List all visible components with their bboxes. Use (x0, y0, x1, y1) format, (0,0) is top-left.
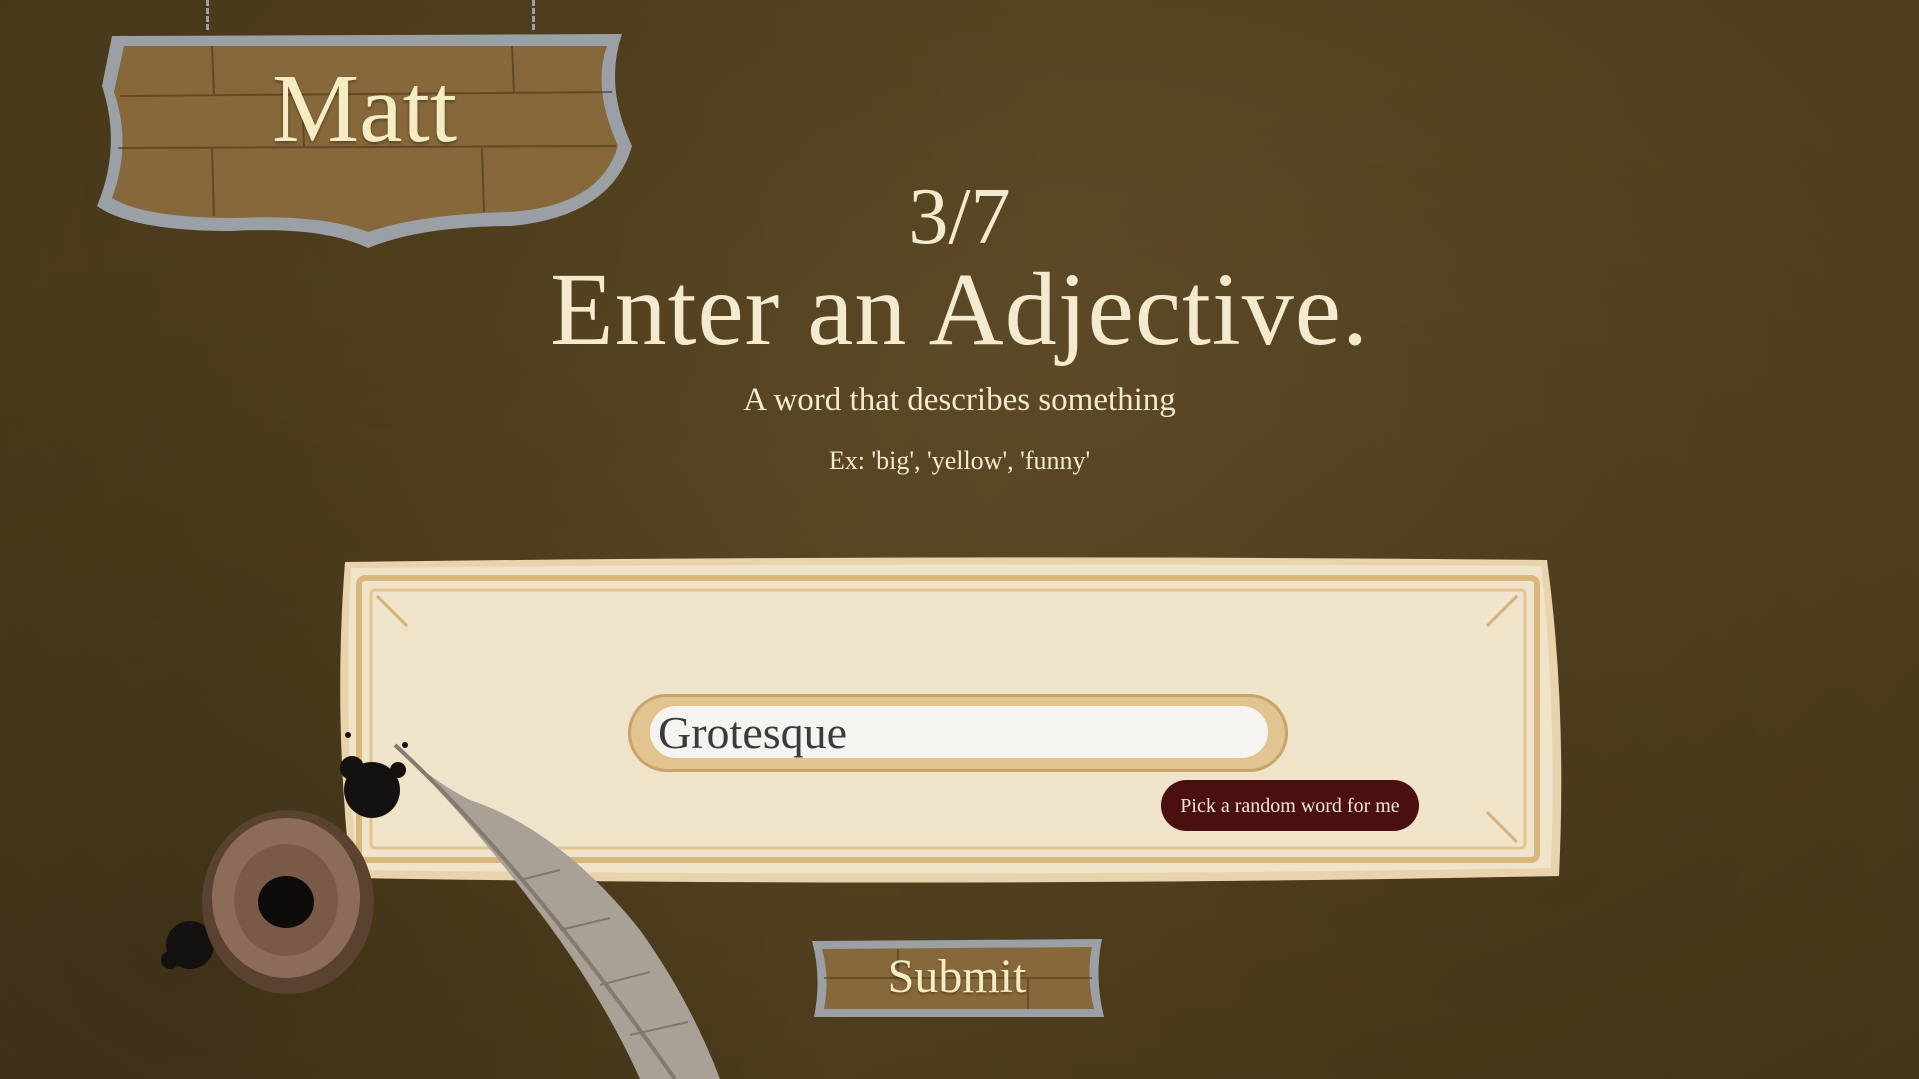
round-progress: 3/7 (908, 173, 1011, 261)
submit-label: Submit (887, 950, 1027, 1003)
random-word-button[interactable]: Pick a random word for me (1161, 780, 1419, 831)
word-input[interactable] (650, 706, 1268, 758)
player-name: Matt (271, 55, 458, 163)
prompt-example: Ex: 'big', 'yellow', 'funny' (828, 446, 1091, 475)
submit-button[interactable]: Submit (808, 937, 1106, 1019)
prompt-title: Enter an Adjective. (550, 252, 1369, 367)
prompt-description: A word that describes something (743, 382, 1176, 418)
